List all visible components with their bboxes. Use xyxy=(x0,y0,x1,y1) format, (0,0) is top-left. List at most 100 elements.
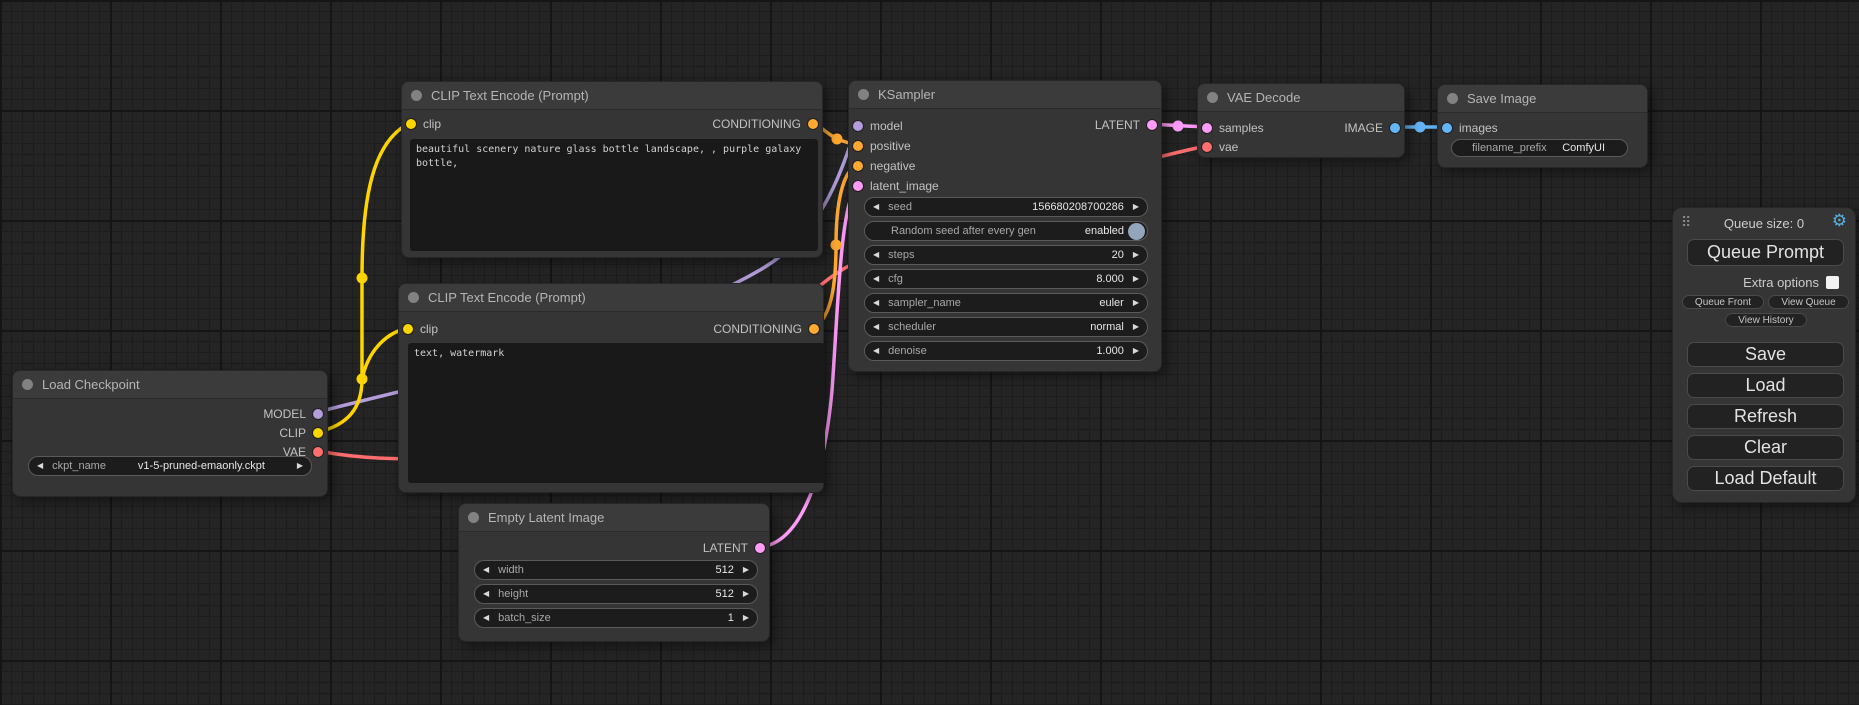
reroute-dot[interactable] xyxy=(1173,121,1184,132)
node-titlebar[interactable]: Load Checkpoint xyxy=(13,371,327,399)
right-arrow-icon[interactable]: ▶ xyxy=(1133,275,1139,283)
collapse-dot-icon[interactable] xyxy=(468,512,479,523)
left-arrow-icon[interactable]: ◀ xyxy=(37,462,43,470)
node-empty-latent-image[interactable]: Empty Latent Image LATENT ◀ width 512 ▶ … xyxy=(458,503,770,642)
port-dot-conditioning[interactable] xyxy=(853,141,863,151)
port-dot-latent[interactable] xyxy=(1147,120,1157,130)
reroute-dot[interactable] xyxy=(357,374,368,385)
node-clip-text-encode-negative[interactable]: CLIP Text Encode (Prompt) clip CONDITION… xyxy=(398,283,824,493)
right-arrow-icon[interactable]: ▶ xyxy=(743,590,749,598)
queue-prompt-button[interactable]: Queue Prompt xyxy=(1687,239,1844,266)
reroute-dot[interactable] xyxy=(357,273,368,284)
right-arrow-icon[interactable]: ▶ xyxy=(743,566,749,574)
view-history-button[interactable]: View History xyxy=(1725,313,1807,327)
random-seed-widget[interactable]: Random seed after every gen enabled xyxy=(864,221,1148,241)
node-clip-text-encode-positive[interactable]: CLIP Text Encode (Prompt) clip CONDITION… xyxy=(401,81,823,258)
reroute-dot[interactable] xyxy=(1415,122,1426,133)
node-titlebar[interactable]: CLIP Text Encode (Prompt) xyxy=(399,284,823,312)
collapse-dot-icon[interactable] xyxy=(1207,92,1218,103)
collapse-dot-icon[interactable] xyxy=(1447,93,1458,104)
collapse-dot-icon[interactable] xyxy=(22,379,33,390)
input-latent-image: latent_image xyxy=(853,177,939,195)
port-dot-latent[interactable] xyxy=(755,543,765,553)
widget-value: v1-5-pruned-emaonly.ckpt xyxy=(138,460,265,472)
refresh-button[interactable]: Refresh xyxy=(1687,404,1844,429)
port-dot-clip[interactable] xyxy=(403,324,413,334)
save-button[interactable]: Save xyxy=(1687,342,1844,367)
filename-prefix-widget[interactable]: filename_prefix ComfyUI xyxy=(1451,139,1628,157)
right-arrow-icon[interactable]: ▶ xyxy=(297,462,303,470)
node-graph-canvas[interactable]: Load Checkpoint MODEL CLIP VAE ◀ ckpt_na… xyxy=(0,0,1859,705)
load-default-button[interactable]: Load Default xyxy=(1687,466,1844,491)
left-arrow-icon[interactable]: ◀ xyxy=(873,323,879,331)
view-queue-button[interactable]: View Queue xyxy=(1768,295,1849,309)
widget-label: sampler_name xyxy=(888,297,961,309)
node-ksampler[interactable]: KSampler model positive negative latent_… xyxy=(848,80,1162,372)
port-dot-image[interactable] xyxy=(1442,123,1452,133)
node-titlebar[interactable]: Save Image xyxy=(1438,85,1647,113)
port-label: CLIP xyxy=(279,426,306,440)
queue-panel[interactable]: ⠿ Queue size: 0 ⚙ Queue Prompt Extra opt… xyxy=(1672,207,1856,503)
port-label: LATENT xyxy=(703,541,748,555)
right-arrow-icon[interactable]: ▶ xyxy=(743,614,749,622)
node-titlebar[interactable]: CLIP Text Encode (Prompt) xyxy=(402,82,822,110)
right-arrow-icon[interactable]: ▶ xyxy=(1133,299,1139,307)
left-arrow-icon[interactable]: ◀ xyxy=(873,275,879,283)
sampler-name-widget[interactable]: ◀ sampler_name euler ▶ xyxy=(864,293,1148,313)
node-load-checkpoint[interactable]: Load Checkpoint MODEL CLIP VAE ◀ ckpt_na… xyxy=(12,370,328,497)
reroute-dot[interactable] xyxy=(831,240,842,251)
port-dot-vae[interactable] xyxy=(1202,142,1212,152)
extra-options-checkbox[interactable] xyxy=(1826,276,1839,289)
left-arrow-icon[interactable]: ◀ xyxy=(873,299,879,307)
ckpt-name-widget[interactable]: ◀ ckpt_name v1-5-pruned-emaonly.ckpt ▶ xyxy=(28,456,312,476)
denoise-widget[interactable]: ◀ denoise 1.000 ▶ xyxy=(864,341,1148,361)
widget-value: 8.000 xyxy=(1096,273,1124,285)
port-dot-clip[interactable] xyxy=(406,119,416,129)
steps-widget[interactable]: ◀ steps 20 ▶ xyxy=(864,245,1148,265)
clear-button[interactable]: Clear xyxy=(1687,435,1844,460)
load-button[interactable]: Load xyxy=(1687,373,1844,398)
cfg-widget[interactable]: ◀ cfg 8.000 ▶ xyxy=(864,269,1148,289)
reroute-dot[interactable] xyxy=(832,134,843,145)
left-arrow-icon[interactable]: ◀ xyxy=(483,566,489,574)
scheduler-widget[interactable]: ◀ scheduler normal ▶ xyxy=(864,317,1148,337)
left-arrow-icon[interactable]: ◀ xyxy=(873,251,879,259)
left-arrow-icon[interactable]: ◀ xyxy=(873,203,879,211)
seed-widget[interactable]: ◀ seed 156680208700286 ▶ xyxy=(864,197,1148,217)
prompt-textarea[interactable]: beautiful scenery nature glass bottle la… xyxy=(410,139,818,251)
port-dot-image[interactable] xyxy=(1390,123,1400,133)
left-arrow-icon[interactable]: ◀ xyxy=(483,590,489,598)
port-dot-conditioning[interactable] xyxy=(853,161,863,171)
port-label: clip xyxy=(423,117,441,131)
node-vae-decode[interactable]: VAE Decode samples vae IMAGE xyxy=(1197,83,1405,158)
right-arrow-icon[interactable]: ▶ xyxy=(1133,347,1139,355)
width-widget[interactable]: ◀ width 512 ▶ xyxy=(474,560,758,580)
collapse-dot-icon[interactable] xyxy=(408,292,419,303)
node-titlebar[interactable]: VAE Decode xyxy=(1198,84,1404,112)
gear-icon[interactable]: ⚙ xyxy=(1832,211,1847,231)
toggle-circle-icon[interactable] xyxy=(1128,223,1145,240)
queue-front-button[interactable]: Queue Front xyxy=(1682,295,1764,309)
left-arrow-icon[interactable]: ◀ xyxy=(483,614,489,622)
collapse-dot-icon[interactable] xyxy=(858,89,869,100)
port-dot-latent[interactable] xyxy=(1202,123,1212,133)
collapse-dot-icon[interactable] xyxy=(411,90,422,101)
port-dot-conditioning[interactable] xyxy=(809,324,819,334)
right-arrow-icon[interactable]: ▶ xyxy=(1133,323,1139,331)
node-titlebar[interactable]: Empty Latent Image xyxy=(459,504,769,532)
left-arrow-icon[interactable]: ◀ xyxy=(873,347,879,355)
port-dot-vae[interactable] xyxy=(313,447,323,457)
widget-value: 20 xyxy=(1112,249,1124,261)
batch-size-widget[interactable]: ◀ batch_size 1 ▶ xyxy=(474,608,758,628)
port-dot-model[interactable] xyxy=(313,409,323,419)
port-dot-conditioning[interactable] xyxy=(808,119,818,129)
right-arrow-icon[interactable]: ▶ xyxy=(1133,203,1139,211)
node-titlebar[interactable]: KSampler xyxy=(849,81,1161,109)
right-arrow-icon[interactable]: ▶ xyxy=(1133,251,1139,259)
height-widget[interactable]: ◀ height 512 ▶ xyxy=(474,584,758,604)
port-dot-clip[interactable] xyxy=(313,428,323,438)
port-dot-latent[interactable] xyxy=(853,181,863,191)
port-dot-model[interactable] xyxy=(853,121,863,131)
prompt-textarea[interactable]: text, watermark xyxy=(408,343,825,483)
node-save-image[interactable]: Save Image images filename_prefix ComfyU… xyxy=(1437,84,1648,168)
